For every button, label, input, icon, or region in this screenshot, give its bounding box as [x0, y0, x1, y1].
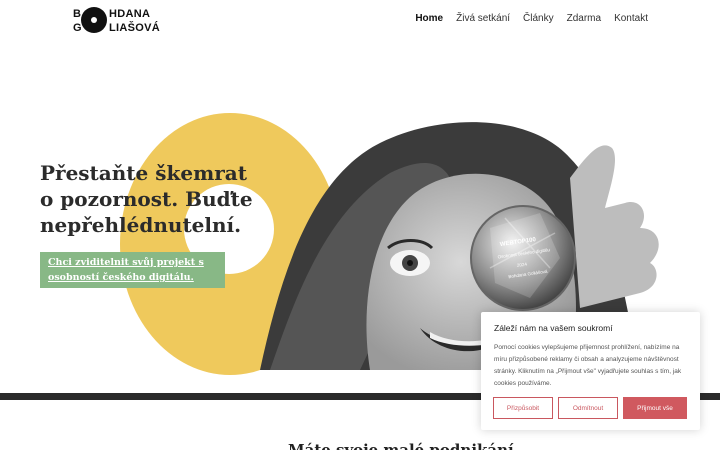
logo-letter-b: B: [73, 8, 82, 20]
vinyl-disc-icon: [81, 7, 107, 33]
nav-item-free[interactable]: Zdarma: [567, 13, 601, 24]
cookie-title: Záleží nám na vašem soukromí: [494, 323, 613, 333]
main-nav: Home Živá setkání Články Zdarma Kontakt: [415, 13, 648, 24]
hero-cta-button[interactable]: Chci zviditelnit svůj projekt s osobnost…: [40, 252, 225, 288]
customize-button[interactable]: Přizpůsobit: [493, 397, 553, 419]
hero-title: Přestaňte škemrat o pozornost. Buďte nep…: [40, 161, 253, 237]
logo-first-name: HDANA: [109, 8, 151, 20]
site-logo[interactable]: B HDANA G LIAŠOVÁ: [73, 7, 163, 35]
cookie-consent-dialog: Záleží nám na vašem soukromí Pomocí cook…: [481, 312, 700, 430]
reject-button[interactable]: Odmítnout: [558, 397, 618, 419]
nav-item-contact[interactable]: Kontakt: [614, 13, 648, 24]
nav-item-articles[interactable]: Články: [523, 13, 554, 24]
nav-item-live-meetings[interactable]: Živá setkání: [456, 13, 510, 24]
logo-last-name: LIAŠOVÁ: [109, 22, 160, 34]
logo-letter-g: G: [73, 22, 82, 34]
section-title: Máte svoje malé podnikání: [288, 441, 514, 450]
nav-item-home[interactable]: Home: [415, 13, 443, 24]
cookie-text: Pomocí cookies vylepšujeme přijemnost pr…: [494, 344, 682, 387]
accept-all-button[interactable]: Přijmout vše: [623, 397, 687, 419]
cookie-buttons: Přizpůsobit Odmítnout Přijmout vše: [493, 397, 687, 419]
